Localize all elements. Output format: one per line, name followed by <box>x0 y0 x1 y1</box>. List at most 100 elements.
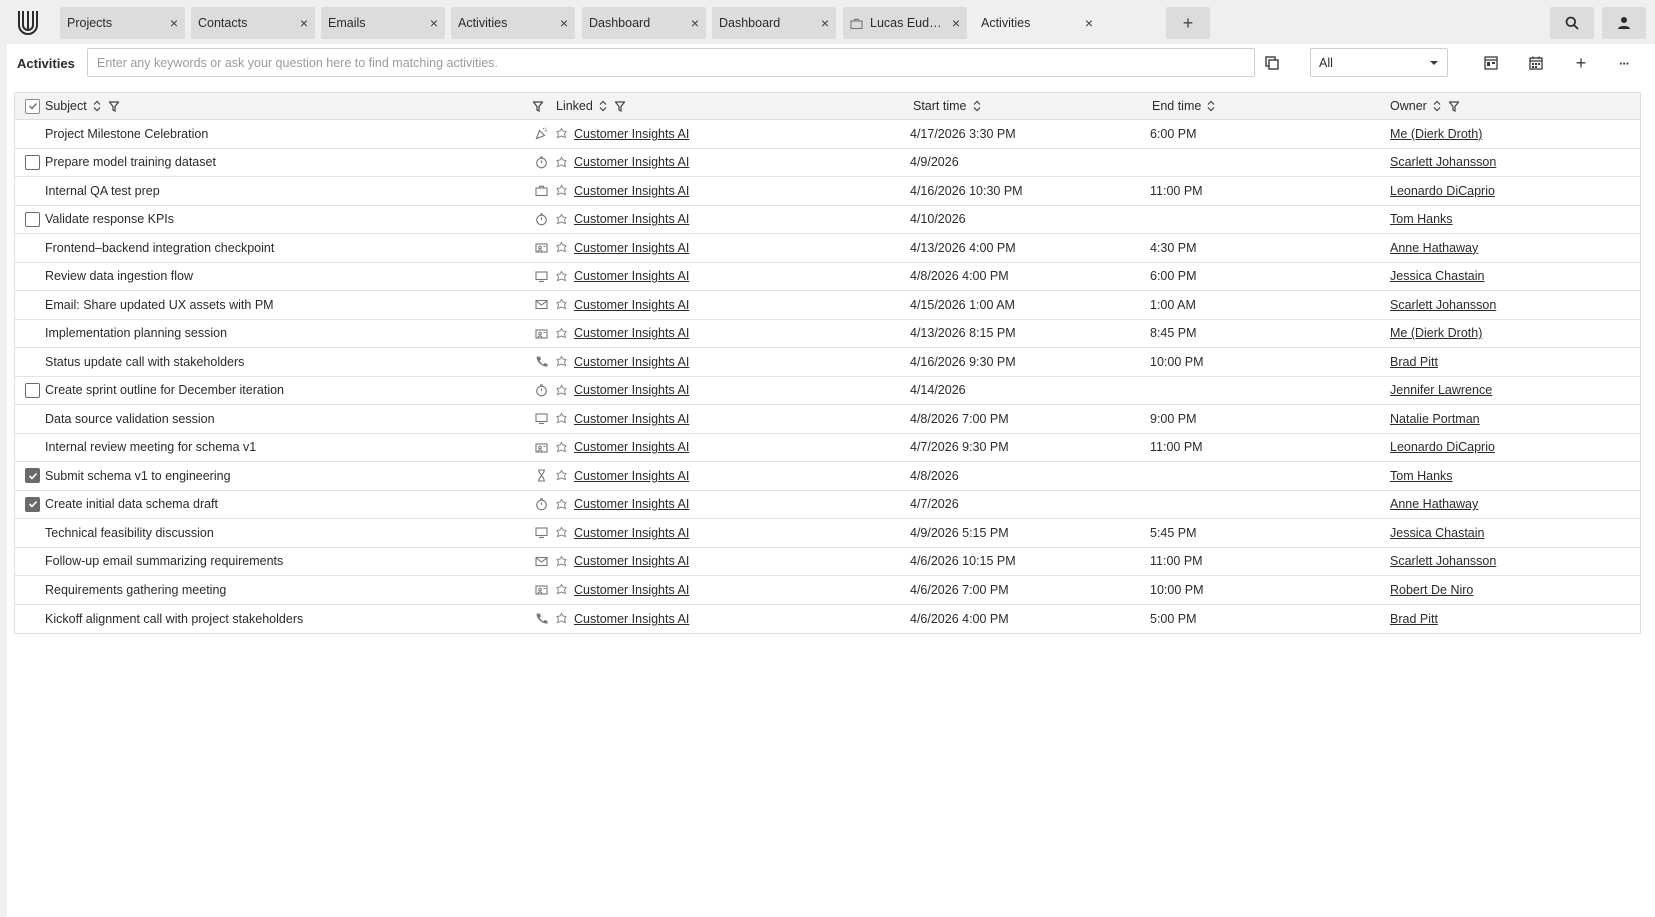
owner-link[interactable]: Leonardo DiCaprio <box>1390 184 1495 198</box>
linked-record-link[interactable]: Customer Insights AI <box>574 412 689 426</box>
task-checkbox[interactable] <box>25 211 40 227</box>
user-menu-button[interactable] <box>1602 7 1646 39</box>
owner-link[interactable]: Anne Hathaway <box>1390 241 1478 255</box>
tab-dashboard[interactable]: Dashboard × <box>712 7 836 39</box>
linked-record-link[interactable]: Customer Insights AI <box>574 526 689 540</box>
activity-filter-select[interactable]: All <box>1310 48 1448 77</box>
owner-link[interactable]: Leonardo DiCaprio <box>1390 440 1495 454</box>
table-row[interactable]: Kickoff alignment call with project stak… <box>15 605 1640 634</box>
table-row[interactable]: Status update call with stakeholders Cust… <box>15 348 1640 377</box>
owner-link[interactable]: Tom Hanks <box>1390 469 1453 483</box>
table-row[interactable]: Project Milestone Celebration Customer In… <box>15 120 1640 149</box>
table-row[interactable]: Frontend–backend integration checkpoint C… <box>15 234 1640 263</box>
column-header-subject[interactable]: Subject <box>45 93 119 119</box>
linked-record-link[interactable]: Customer Insights AI <box>574 497 689 511</box>
column-header-owner[interactable]: Owner <box>1390 93 1459 119</box>
owner-link[interactable]: Tom Hanks <box>1390 212 1453 226</box>
tab-projects[interactable]: Projects × <box>60 7 185 39</box>
owner-link[interactable]: Brad Pitt <box>1390 355 1438 369</box>
more-options-button[interactable]: ··· <box>1611 50 1637 76</box>
global-search-button[interactable] <box>1550 7 1594 39</box>
owner-link[interactable]: Robert De Niro <box>1390 583 1473 597</box>
sort-icon[interactable] <box>973 100 981 112</box>
owner-link[interactable]: Anne Hathaway <box>1390 497 1478 511</box>
table-row[interactable]: Create sprint outline for December itera… <box>15 377 1640 405</box>
table-row[interactable]: Create initial data schema draft Customer… <box>15 491 1640 519</box>
linked-record-link[interactable]: Customer Insights AI <box>574 155 689 169</box>
calendar-view-button[interactable] <box>1523 50 1549 76</box>
filter-icon[interactable] <box>108 100 119 112</box>
linked-record-link[interactable]: Customer Insights AI <box>574 269 689 283</box>
table-row[interactable]: Email: Share updated UX assets with PM Cu… <box>15 291 1640 320</box>
tab-emails[interactable]: Emails × <box>321 7 445 39</box>
table-row[interactable]: Review data ingestion flow Customer Insig… <box>15 263 1640 291</box>
add-activity-button[interactable]: + <box>1568 50 1594 76</box>
linked-record-link[interactable]: Customer Insights AI <box>574 383 689 397</box>
linked-record-link[interactable]: Customer Insights AI <box>574 212 689 226</box>
linked-record-link[interactable]: Customer Insights AI <box>574 554 689 568</box>
table-row[interactable]: Data source validation session Customer I… <box>15 405 1640 434</box>
linked-record-link[interactable]: Customer Insights AI <box>574 241 689 255</box>
table-row[interactable]: Requirements gathering meeting Customer I… <box>15 576 1640 605</box>
close-icon[interactable]: × <box>684 15 706 31</box>
sort-icon[interactable] <box>1433 100 1441 112</box>
linked-record-link[interactable]: Customer Insights AI <box>574 355 689 369</box>
filter-icon[interactable] <box>533 100 543 112</box>
tab-dashboard[interactable]: Dashboard × <box>582 7 706 39</box>
table-row[interactable]: Prepare model training dataset Customer I… <box>15 149 1640 177</box>
close-icon[interactable]: × <box>1078 15 1100 31</box>
column-header-linked[interactable]: Linked <box>556 93 625 119</box>
linked-record-link[interactable]: Customer Insights AI <box>574 612 689 626</box>
select-all-checkbox[interactable] <box>25 98 40 114</box>
linked-record-link[interactable]: Customer Insights AI <box>574 440 689 454</box>
close-icon[interactable]: × <box>553 15 575 31</box>
linked-record-link[interactable]: Customer Insights AI <box>574 184 689 198</box>
linked-record-link[interactable]: Customer Insights AI <box>574 127 689 141</box>
sort-icon[interactable] <box>599 100 607 112</box>
close-icon[interactable]: × <box>423 15 445 31</box>
close-icon[interactable]: × <box>814 15 836 31</box>
close-icon[interactable]: × <box>945 15 967 31</box>
owner-link[interactable]: Me (Dierk Droth) <box>1390 127 1482 141</box>
tab-contacts[interactable]: Contacts × <box>191 7 315 39</box>
task-checkbox[interactable] <box>25 154 40 170</box>
tab-lucas-eudora[interactable]: Lucas Eudora...× <box>843 7 967 39</box>
owner-link[interactable]: Scarlett Johansson <box>1390 298 1496 312</box>
owner-link[interactable]: Scarlett Johansson <box>1390 155 1496 169</box>
column-header-type-filter[interactable] <box>533 93 543 119</box>
owner-link[interactable]: Jennifer Lawrence <box>1390 383 1492 397</box>
owner-link[interactable]: Scarlett Johansson <box>1390 554 1496 568</box>
close-icon[interactable]: × <box>163 15 185 31</box>
sort-icon[interactable] <box>1207 100 1215 112</box>
linked-record-link[interactable]: Customer Insights AI <box>574 469 689 483</box>
task-checkbox[interactable] <box>25 468 40 484</box>
filter-icon[interactable] <box>1448 100 1459 112</box>
task-checkbox[interactable] <box>25 382 40 398</box>
tab-activities[interactable]: Activities × <box>451 7 575 39</box>
copy-button[interactable] <box>1259 50 1285 76</box>
owner-link[interactable]: Me (Dierk Droth) <box>1390 326 1482 340</box>
table-row[interactable]: Internal QA test prep Customer Insights A… <box>15 177 1640 206</box>
linked-record-link[interactable]: Customer Insights AI <box>574 326 689 340</box>
linked-record-link[interactable]: Customer Insights AI <box>574 583 689 597</box>
table-row[interactable]: Internal review meeting for schema v1 Cus… <box>15 434 1640 462</box>
sort-icon[interactable] <box>93 100 101 112</box>
add-tab-button[interactable]: + <box>1166 7 1210 39</box>
column-header-end-time[interactable]: End time <box>1152 93 1215 119</box>
table-row[interactable]: Validate response KPIs Customer Insights … <box>15 206 1640 234</box>
board-view-button[interactable] <box>1478 50 1504 76</box>
owner-link[interactable]: Jessica Chastain <box>1390 526 1485 540</box>
app-logo-icon[interactable] <box>12 6 44 40</box>
tab-activities[interactable]: Activities × <box>974 7 1100 39</box>
close-icon[interactable]: × <box>293 15 315 31</box>
task-checkbox[interactable] <box>25 496 40 512</box>
linked-record-link[interactable]: Customer Insights AI <box>574 298 689 312</box>
table-row[interactable]: Implementation planning session Customer … <box>15 320 1640 348</box>
filter-icon[interactable] <box>614 100 625 112</box>
owner-link[interactable]: Brad Pitt <box>1390 612 1438 626</box>
column-header-start-time[interactable]: Start time <box>913 93 981 119</box>
table-row[interactable]: Submit schema v1 to engineering Customer … <box>15 462 1640 491</box>
owner-link[interactable]: Jessica Chastain <box>1390 269 1485 283</box>
table-row[interactable]: Technical feasibility discussion Customer… <box>15 519 1640 548</box>
table-row[interactable]: Follow-up email summarizing requirements… <box>15 548 1640 576</box>
